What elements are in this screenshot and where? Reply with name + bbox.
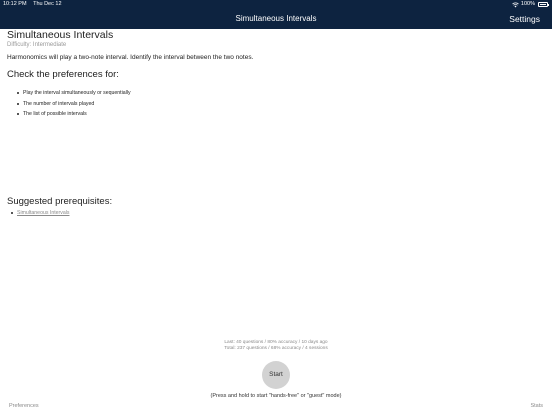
list-item: Play the interval simultaneously or sequ… <box>17 88 545 99</box>
stats-last: Last: 40 questions / 80% accuracy / 10 d… <box>224 340 328 345</box>
status-right: 100% <box>512 0 549 9</box>
battery-percent: 100% <box>520 1 535 7</box>
settings-button[interactable]: Settings <box>509 9 540 29</box>
status-time: 10:12 PM <box>3 1 27 7</box>
list-item: Simultaneous Intervals <box>11 210 69 216</box>
battery-icon <box>538 2 549 7</box>
prerequisites-list: Simultaneous Intervals <box>11 210 69 216</box>
stats-button[interactable]: Stats <box>530 403 543 409</box>
status-date: Thu Dec 12 <box>33 1 62 7</box>
nav-title: Simultaneous Intervals <box>235 14 317 23</box>
navigation-bar: Simultaneous Intervals Settings <box>0 9 552 29</box>
status-left: 10:12 PM Thu Dec 12 <box>3 0 62 9</box>
list-item: The number of intervals played <box>17 99 545 110</box>
page-title: Simultaneous Intervals <box>7 29 114 41</box>
difficulty-label: Difficulty: Intermediate <box>7 42 67 48</box>
stats-total: Total: 237 questions / 68% accuracy / 4 … <box>224 346 328 351</box>
preferences-list: Play the interval simultaneously or sequ… <box>17 88 545 120</box>
start-button[interactable]: Start <box>262 361 290 389</box>
status-bar: 10:12 PM Thu Dec 12 100% <box>0 0 552 9</box>
preferences-button[interactable]: Preferences <box>9 403 39 409</box>
list-item: The list of possible intervals <box>17 109 545 120</box>
wifi-icon <box>512 1 519 7</box>
start-hint: (Press and hold to start "hands-free" or… <box>210 393 342 399</box>
preferences-heading: Check the preferences for: <box>7 69 119 80</box>
exercise-content: Simultaneous Intervals Difficulty: Inter… <box>7 29 545 120</box>
exercise-description: Harmonomics will play a two-note interva… <box>7 54 254 61</box>
prerequisites-heading: Suggested prerequisites: <box>7 196 113 207</box>
prerequisite-link[interactable]: Simultaneous Intervals <box>17 210 69 216</box>
